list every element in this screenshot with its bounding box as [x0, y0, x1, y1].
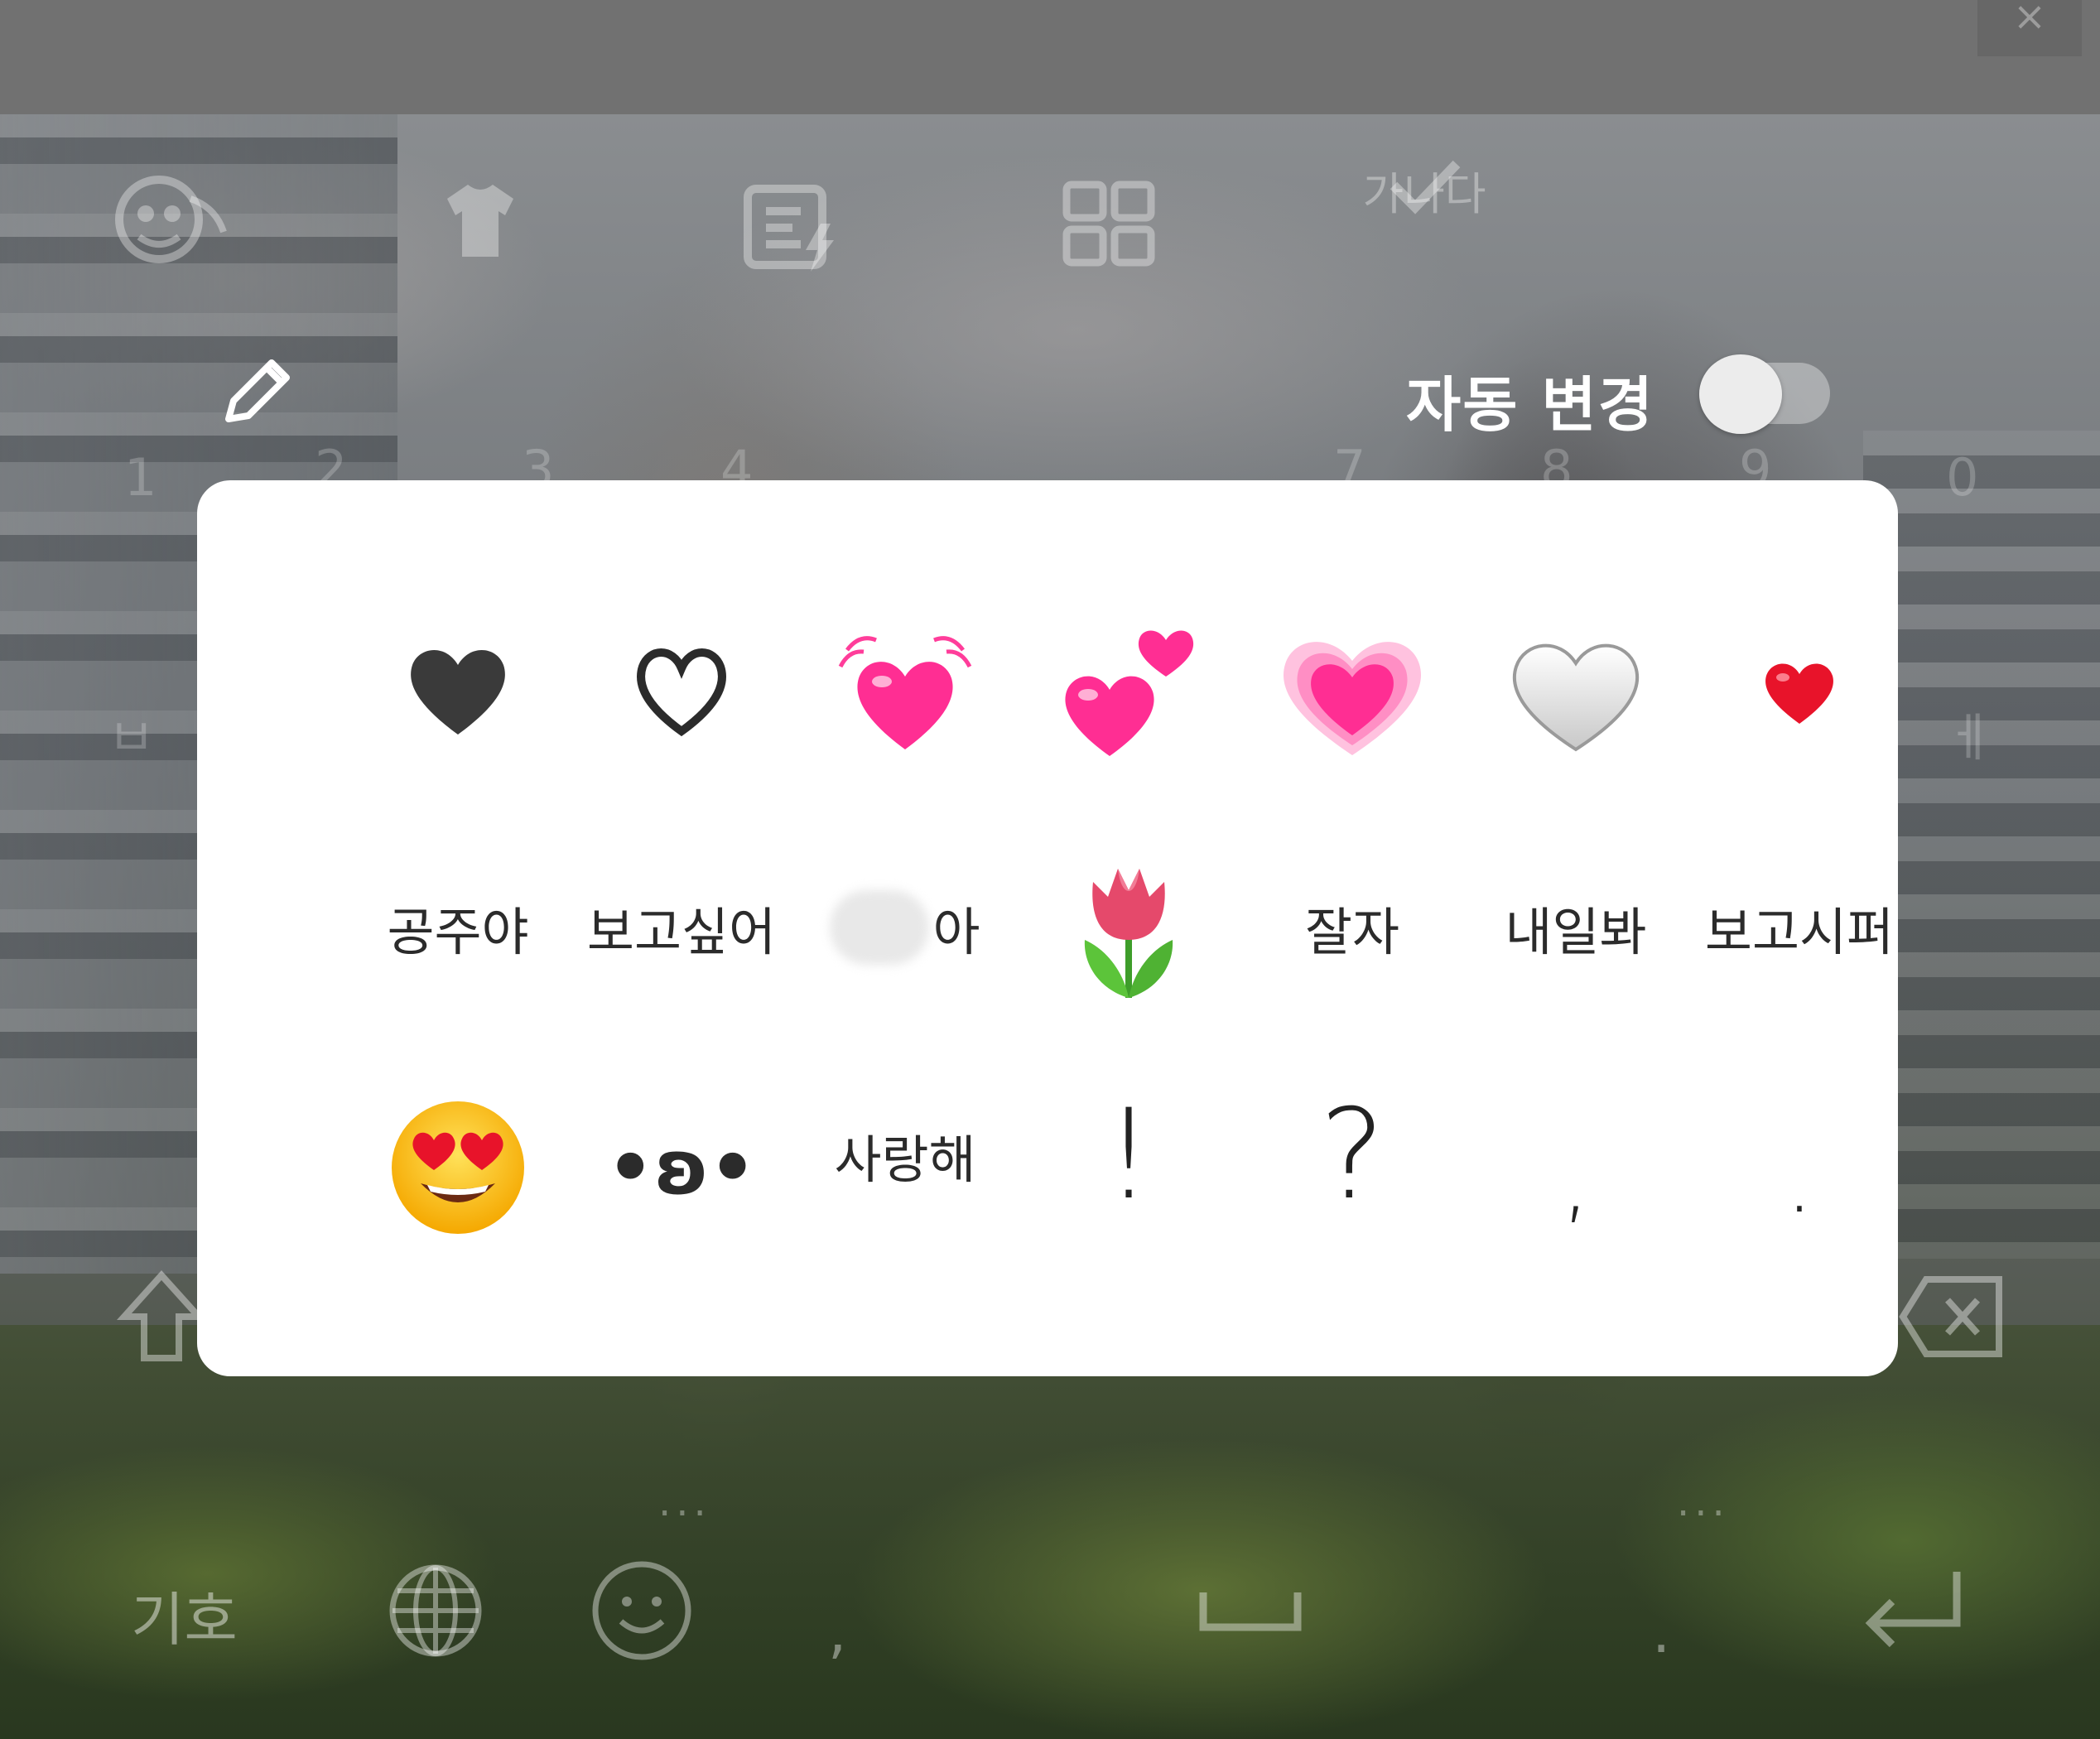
- pencil-edit-icon[interactable]: [217, 351, 296, 434]
- black-heart-icon[interactable]: [346, 596, 570, 787]
- phrase-jalja[interactable]: 잘자: [1240, 832, 1464, 1023]
- phrase-bogosipeo[interactable]: 보고싶어: [570, 832, 793, 1023]
- korean-layout-label[interactable]: 가나다: [1358, 157, 1491, 223]
- beating-heart-icon[interactable]: [793, 596, 1017, 787]
- period-bottom-key[interactable]: .: [1652, 1598, 1670, 1666]
- space-icon[interactable]: [1197, 1586, 1304, 1639]
- period-key[interactable]: .: [1688, 1085, 1911, 1275]
- tulip-icon[interactable]: [1017, 832, 1240, 1023]
- quick-phrase-panel: 공주야 보고싶어 아 잘자 내일봐 보고시퍼 •ʚ• 사랑해 ! ? , .: [197, 480, 1898, 1376]
- phrase-redacted-suffix: 아: [932, 902, 980, 962]
- more-dots-right: ···: [1677, 1491, 1730, 1537]
- bg-key-0: 0: [1946, 447, 1979, 508]
- exclamation-key[interactable]: !: [1017, 1060, 1240, 1250]
- phrase-saranghae[interactable]: 사랑해: [793, 1060, 1017, 1250]
- outline-heart-icon[interactable]: [570, 596, 793, 787]
- symbol-key[interactable]: 기호: [131, 1573, 238, 1657]
- phrase-gongjuya[interactable]: 공주야: [346, 832, 570, 1023]
- auto-change-toggle-knob[interactable]: [1699, 354, 1782, 434]
- bg-key-1: 1: [124, 447, 157, 508]
- question-key[interactable]: ?: [1240, 1060, 1464, 1250]
- shift-icon[interactable]: [116, 1267, 207, 1370]
- emoji-smile-icon[interactable]: [590, 1558, 694, 1666]
- two-hearts-icon[interactable]: [1017, 596, 1240, 787]
- enter-icon[interactable]: [1859, 1565, 1967, 1660]
- theme-tshirt-icon[interactable]: [431, 170, 530, 269]
- phrase-naeilbwa[interactable]: 내일봐: [1464, 832, 1688, 1023]
- small-red-heart-icon[interactable]: [1688, 596, 1911, 787]
- top-bar: [0, 0, 2100, 114]
- backspace-icon[interactable]: [1898, 1271, 2006, 1366]
- heart-eyes-emoji-icon[interactable]: [346, 1072, 570, 1263]
- bg-key-e: ㅔ: [1946, 707, 1994, 768]
- white-heart-icon[interactable]: [1464, 596, 1688, 787]
- growing-heart-icon[interactable]: [1240, 596, 1464, 787]
- phrase-redacted-name[interactable]: 아: [793, 832, 1017, 1023]
- more-dots-left: ···: [658, 1491, 711, 1537]
- background-foliage: [0, 1325, 2100, 1739]
- comma-bottom-key[interactable]: ,: [828, 1598, 846, 1666]
- phrase-emoticon[interactable]: •ʚ•: [570, 1072, 793, 1263]
- close-button[interactable]: ×: [1977, 0, 2082, 56]
- auto-change-label: 자동 변경: [1406, 370, 1655, 440]
- clipboard-grid-icon[interactable]: [1060, 178, 1159, 269]
- phrase-bogosipeo-2[interactable]: 보고시퍼: [1688, 832, 1911, 1023]
- redacted-blur: [830, 890, 930, 965]
- globe-icon[interactable]: [386, 1561, 485, 1664]
- bg-key-b: ㅂ: [108, 707, 156, 768]
- quick-phrase-icon[interactable]: [741, 182, 840, 273]
- comma-key[interactable]: ,: [1464, 1085, 1688, 1275]
- emoji-face-icon[interactable]: [108, 166, 232, 273]
